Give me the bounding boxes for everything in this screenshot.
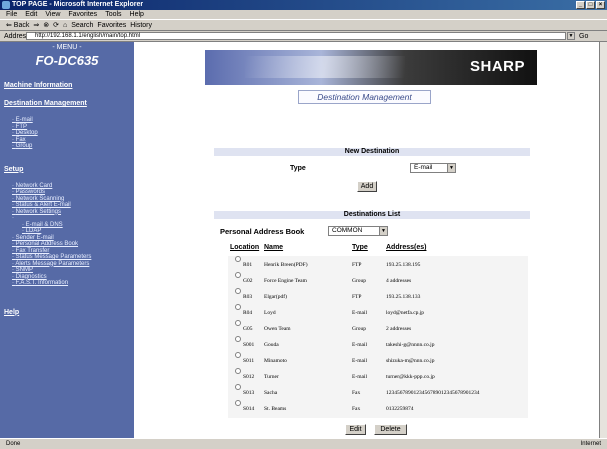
address-dropdown-icon[interactable]: ▼ [567, 32, 575, 40]
personal-address-book-label: Personal Address Book [220, 227, 305, 236]
menu-edit[interactable]: Edit [25, 10, 37, 19]
type-select[interactable]: E-mail ▼ [410, 163, 456, 173]
status-text: Done [6, 441, 21, 447]
row-radio-button[interactable] [235, 336, 241, 342]
model-name: FO-DC635 [35, 53, 99, 68]
menu-help[interactable]: Help [130, 10, 144, 19]
window-title: TOP PAGE - Microsoft Internet Explorer [12, 1, 144, 8]
minimize-button[interactable]: _ [576, 1, 585, 9]
cell-location: S014 [243, 406, 255, 412]
column-location[interactable]: Location [230, 244, 259, 251]
table-row[interactable]: S014 St. Beams Fax 0132259874 [228, 400, 528, 418]
search-button[interactable]: Search [71, 20, 93, 30]
destination-menu-list: E-mail FTP Desktop Fax Group [0, 117, 134, 150]
row-radio-button[interactable] [235, 256, 241, 262]
row-radio-button[interactable] [235, 384, 241, 390]
go-button[interactable]: Go [579, 33, 588, 40]
cell-type: Fax [352, 406, 361, 412]
address-book-select-value: COMMON [332, 227, 363, 234]
address-label: Address [4, 32, 30, 40]
edit-button[interactable]: Edit [345, 424, 366, 435]
column-name[interactable]: Name [264, 244, 283, 251]
row-radio-button[interactable] [235, 320, 241, 326]
delete-button[interactable]: Delete [374, 424, 407, 435]
row-radio-button[interactable] [235, 288, 241, 294]
close-button[interactable]: × [596, 1, 605, 9]
sidebar: - MENU - FO-DC635 Machine Information De… [0, 42, 134, 438]
row-radio-button[interactable] [235, 304, 241, 310]
forward-button[interactable]: ⇒ [33, 20, 39, 30]
setup-menu-list: Network Card Passwords Network Scanning … [0, 183, 134, 287]
column-type[interactable]: Type [352, 244, 368, 251]
destinations-table: R01 Henrik Breen(PDF) FTP 193.25.138.195 G02… [228, 256, 528, 418]
status-bar: Done Internet [0, 438, 607, 448]
window-title-bar: TOP PAGE - Microsoft Internet Explorer _… [0, 0, 607, 10]
type-label: Type [290, 165, 306, 172]
row-radio-button[interactable] [235, 352, 241, 358]
address-book-select[interactable]: COMMON ▼ [328, 226, 388, 236]
maximize-button[interactable]: □ [586, 1, 595, 9]
sidebar-setup[interactable]: Setup [4, 166, 134, 173]
column-addresses[interactable]: Address(es) [386, 244, 426, 251]
type-select-value: E-mail [414, 164, 433, 171]
page-title: Destination Management [298, 90, 431, 104]
menu-tools[interactable]: Tools [105, 10, 121, 19]
history-button[interactable]: History [130, 20, 152, 30]
sharp-banner: SHARP [205, 50, 537, 85]
row-radio-button[interactable] [235, 400, 241, 406]
new-destination-header: New Destination [214, 148, 530, 156]
sidebar-machine-information[interactable]: Machine Information [4, 82, 134, 89]
favorites-button[interactable]: Favorites [97, 20, 126, 30]
sidebar-destination-management[interactable]: Destination Management [4, 100, 134, 107]
sharp-logo: SHARP [469, 58, 525, 75]
menu-favorites[interactable]: Favorites [68, 10, 97, 19]
row-radio-button[interactable] [235, 368, 241, 374]
sidebar-help[interactable]: Help [4, 309, 134, 316]
cell-addresses: 0132259874 [386, 406, 414, 412]
destinations-column-headers: Location Name Type Address(es) [228, 244, 528, 254]
back-button[interactable]: ⇐ Back [6, 20, 29, 30]
menu-bar: File Edit View Favorites Tools Help [0, 10, 607, 20]
add-button[interactable]: Add [357, 181, 377, 192]
ie-icon [2, 1, 10, 9]
stop-icon[interactable]: ⊗ [43, 20, 49, 30]
menu-view[interactable]: View [45, 10, 60, 19]
page-content: - MENU - FO-DC635 Machine Information De… [0, 42, 599, 438]
banner-light-beam [245, 56, 405, 78]
address-input[interactable]: http://192.168.1.1/english/main/top.html [26, 32, 566, 40]
sidebar-menu-label: - MENU - [52, 44, 82, 51]
refresh-icon[interactable]: ⟳ [53, 20, 59, 30]
address-bar: Address http://192.168.1.1/english/main/… [0, 31, 607, 42]
chevron-down-icon: ▼ [447, 164, 455, 172]
row-radio-button[interactable] [235, 272, 241, 278]
browser-toolbar: ⇐ Back ⇒ ⊗ ⟳ ⌂ Search Favorites History [0, 20, 607, 31]
destinations-list-header: Destinations List [214, 211, 530, 219]
menu-file[interactable]: File [6, 10, 17, 19]
network-settings-sub: E-mail & DNS LDAP [12, 215, 134, 235]
cell-name: St. Beams [264, 406, 287, 412]
chevron-down-icon: ▼ [379, 227, 387, 235]
home-icon[interactable]: ⌂ [63, 20, 67, 30]
vertical-scrollbar[interactable] [599, 42, 607, 438]
